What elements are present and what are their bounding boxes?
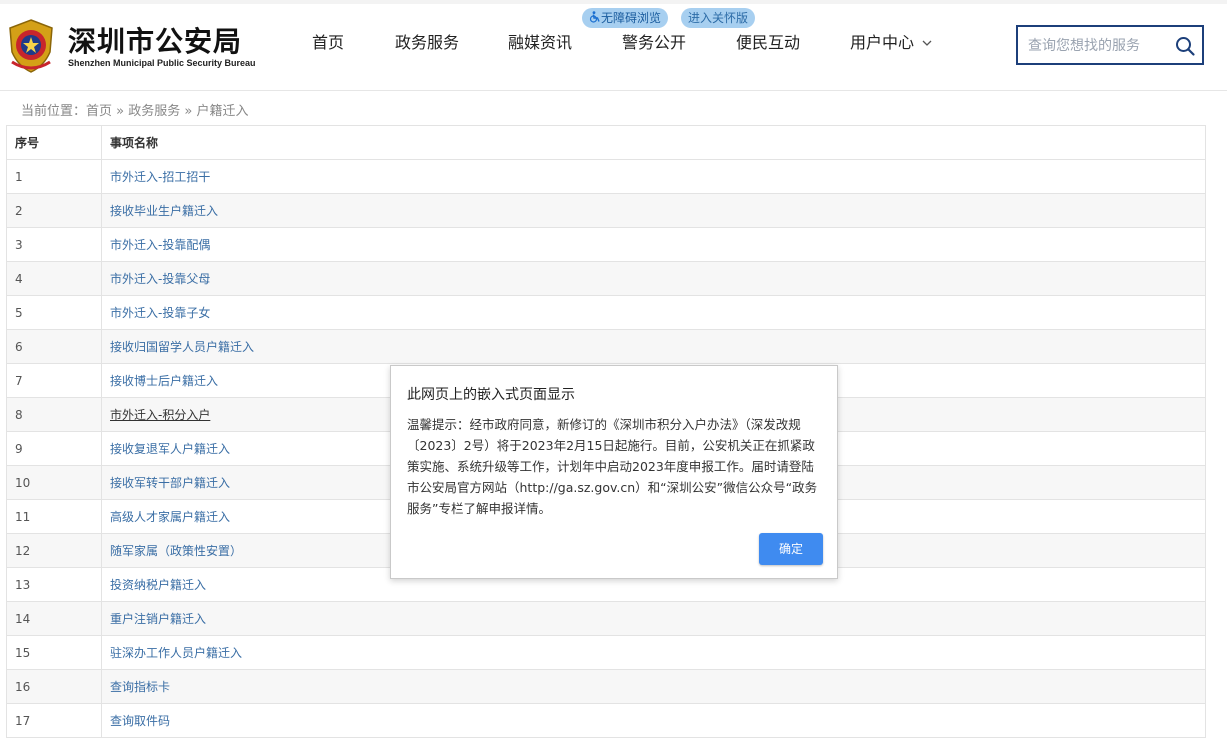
table-row: 2 接收毕业生户籍迁入	[6, 193, 1206, 228]
row-number: 12	[6, 533, 102, 568]
service-item-link[interactable]: 驻深办工作人员户籍迁入	[110, 646, 242, 660]
service-item-link[interactable]: 投资纳税户籍迁入	[110, 578, 206, 592]
table-header-row: 序号 事项名称	[6, 125, 1206, 160]
row-number: 9	[6, 431, 102, 466]
site-title[interactable]: 深圳市公安局	[68, 20, 242, 60]
row-number: 16	[6, 669, 102, 704]
nav-item-police-affairs[interactable]: 警务公开	[622, 29, 686, 53]
row-number: 6	[6, 329, 102, 364]
service-item-link[interactable]: 接收归国留学人员户籍迁入	[110, 340, 254, 354]
breadcrumb-current: 户籍迁入	[196, 104, 249, 119]
row-number: 7	[6, 363, 102, 398]
row-number: 1	[6, 159, 102, 194]
breadcrumb-separator: »	[112, 104, 129, 119]
table-row: 15 驻深办工作人员户籍迁入	[6, 635, 1206, 670]
breadcrumb-section[interactable]: 政务服务	[128, 104, 180, 119]
elder-mode-button[interactable]: 进入关怀版	[681, 8, 756, 28]
row-item-cell: 市外迁入-招工招干	[101, 159, 1206, 194]
service-item-link[interactable]: 重户注销户籍迁入	[110, 612, 206, 626]
nav-item-government-services[interactable]: 政务服务	[395, 29, 459, 53]
service-item-link[interactable]: 查询指标卡	[110, 680, 170, 694]
ok-button[interactable]: 确定	[759, 533, 823, 565]
row-number: 11	[6, 499, 102, 534]
table-row: 17 查询取件码	[6, 703, 1206, 738]
row-number: 5	[6, 295, 102, 330]
service-item-link[interactable]: 接收毕业生户籍迁入	[110, 204, 218, 218]
table-row: 14 重户注销户籍迁入	[6, 601, 1206, 636]
column-header-item-name: 事项名称	[101, 125, 1206, 160]
row-item-cell: 市外迁入-投靠配偶	[101, 227, 1206, 262]
nav-user-center-label: 用户中心	[850, 33, 915, 52]
service-item-link[interactable]: 随军家属（政策性安置）	[110, 544, 242, 558]
row-number: 15	[6, 635, 102, 670]
table-row: 4 市外迁入-投靠父母	[6, 261, 1206, 296]
row-item-cell: 查询取件码	[101, 703, 1206, 738]
search-input[interactable]	[1026, 35, 1170, 57]
search-box	[1016, 25, 1204, 65]
row-number: 17	[6, 703, 102, 738]
service-item-link[interactable]: 市外迁入-投靠子女	[110, 306, 210, 320]
table-row: 3 市外迁入-投靠配偶	[6, 227, 1206, 262]
service-item-link[interactable]: 市外迁入-招工招干	[110, 170, 210, 184]
row-number: 2	[6, 193, 102, 228]
service-item-link[interactable]: 市外迁入-投靠配偶	[110, 238, 210, 252]
breadcrumb-prefix: 当前位置：	[21, 104, 87, 119]
service-item-link[interactable]: 市外迁入-积分入户	[110, 408, 210, 422]
site-header: 深圳市公安局 Shenzhen Municipal Public Securit…	[0, 4, 1227, 91]
dialog-message: 温馨提示：经市政府同意，新修订的《深圳市积分入户办法》（深发改规〔2023〕2号…	[407, 417, 818, 516]
service-item-link[interactable]: 接收博士后户籍迁入	[110, 374, 218, 388]
row-item-cell: 接收毕业生户籍迁入	[101, 193, 1206, 228]
breadcrumb-home[interactable]: 首页	[86, 104, 112, 119]
service-item-link[interactable]: 接收复退军人户籍迁入	[110, 442, 230, 456]
accessibility-button[interactable]: 无障碍浏览	[582, 8, 669, 28]
row-number: 14	[6, 601, 102, 636]
row-item-cell: 驻深办工作人员户籍迁入	[101, 635, 1206, 670]
nav-item-convenience[interactable]: 便民互动	[736, 29, 800, 53]
dialog-title: 此网页上的嵌入式页面显示	[407, 387, 575, 403]
table-row: 5 市外迁入-投靠子女	[6, 295, 1206, 330]
table-row: 1 市外迁入-招工招干	[6, 159, 1206, 194]
accessibility-label: 无障碍浏览	[601, 11, 662, 25]
table-row: 16 查询指标卡	[6, 669, 1206, 704]
nav-item-user-center[interactable]: 用户中心	[850, 29, 932, 53]
service-item-link[interactable]: 高级人才家属户籍迁入	[110, 510, 230, 524]
row-item-cell: 市外迁入-投靠父母	[101, 261, 1206, 296]
service-item-link[interactable]: 市外迁入-投靠父母	[110, 272, 210, 286]
row-number: 3	[6, 227, 102, 262]
column-header-number: 序号	[6, 125, 102, 160]
row-item-cell: 市外迁入-投靠子女	[101, 295, 1206, 330]
row-number: 8	[6, 397, 102, 432]
service-item-link[interactable]: 接收军转干部户籍迁入	[110, 476, 230, 490]
table-row: 6 接收归国留学人员户籍迁入	[6, 329, 1206, 364]
row-number: 13	[6, 567, 102, 602]
nav-item-media-news[interactable]: 融媒资讯	[508, 29, 572, 53]
row-item-cell: 重户注销户籍迁入	[101, 601, 1206, 636]
alert-dialog: 此网页上的嵌入式页面显示 温馨提示：经市政府同意，新修订的《深圳市积分入户办法》…	[390, 365, 838, 579]
wheelchair-icon	[589, 11, 600, 23]
search-icon[interactable]	[1174, 35, 1196, 57]
chevron-down-icon	[922, 40, 932, 46]
row-number: 10	[6, 465, 102, 500]
row-item-cell: 查询指标卡	[101, 669, 1206, 704]
service-item-link[interactable]: 查询取件码	[110, 714, 170, 728]
police-emblem-icon[interactable]	[6, 18, 56, 74]
breadcrumb: 当前位置：首页 » 政务服务 » 户籍迁入	[21, 100, 249, 119]
breadcrumb-separator: »	[180, 104, 197, 119]
site-subtitle: Shenzhen Municipal Public Security Burea…	[68, 58, 256, 68]
row-number: 4	[6, 261, 102, 296]
row-item-cell: 接收归国留学人员户籍迁入	[101, 329, 1206, 364]
nav-item-home[interactable]: 首页	[312, 29, 344, 53]
